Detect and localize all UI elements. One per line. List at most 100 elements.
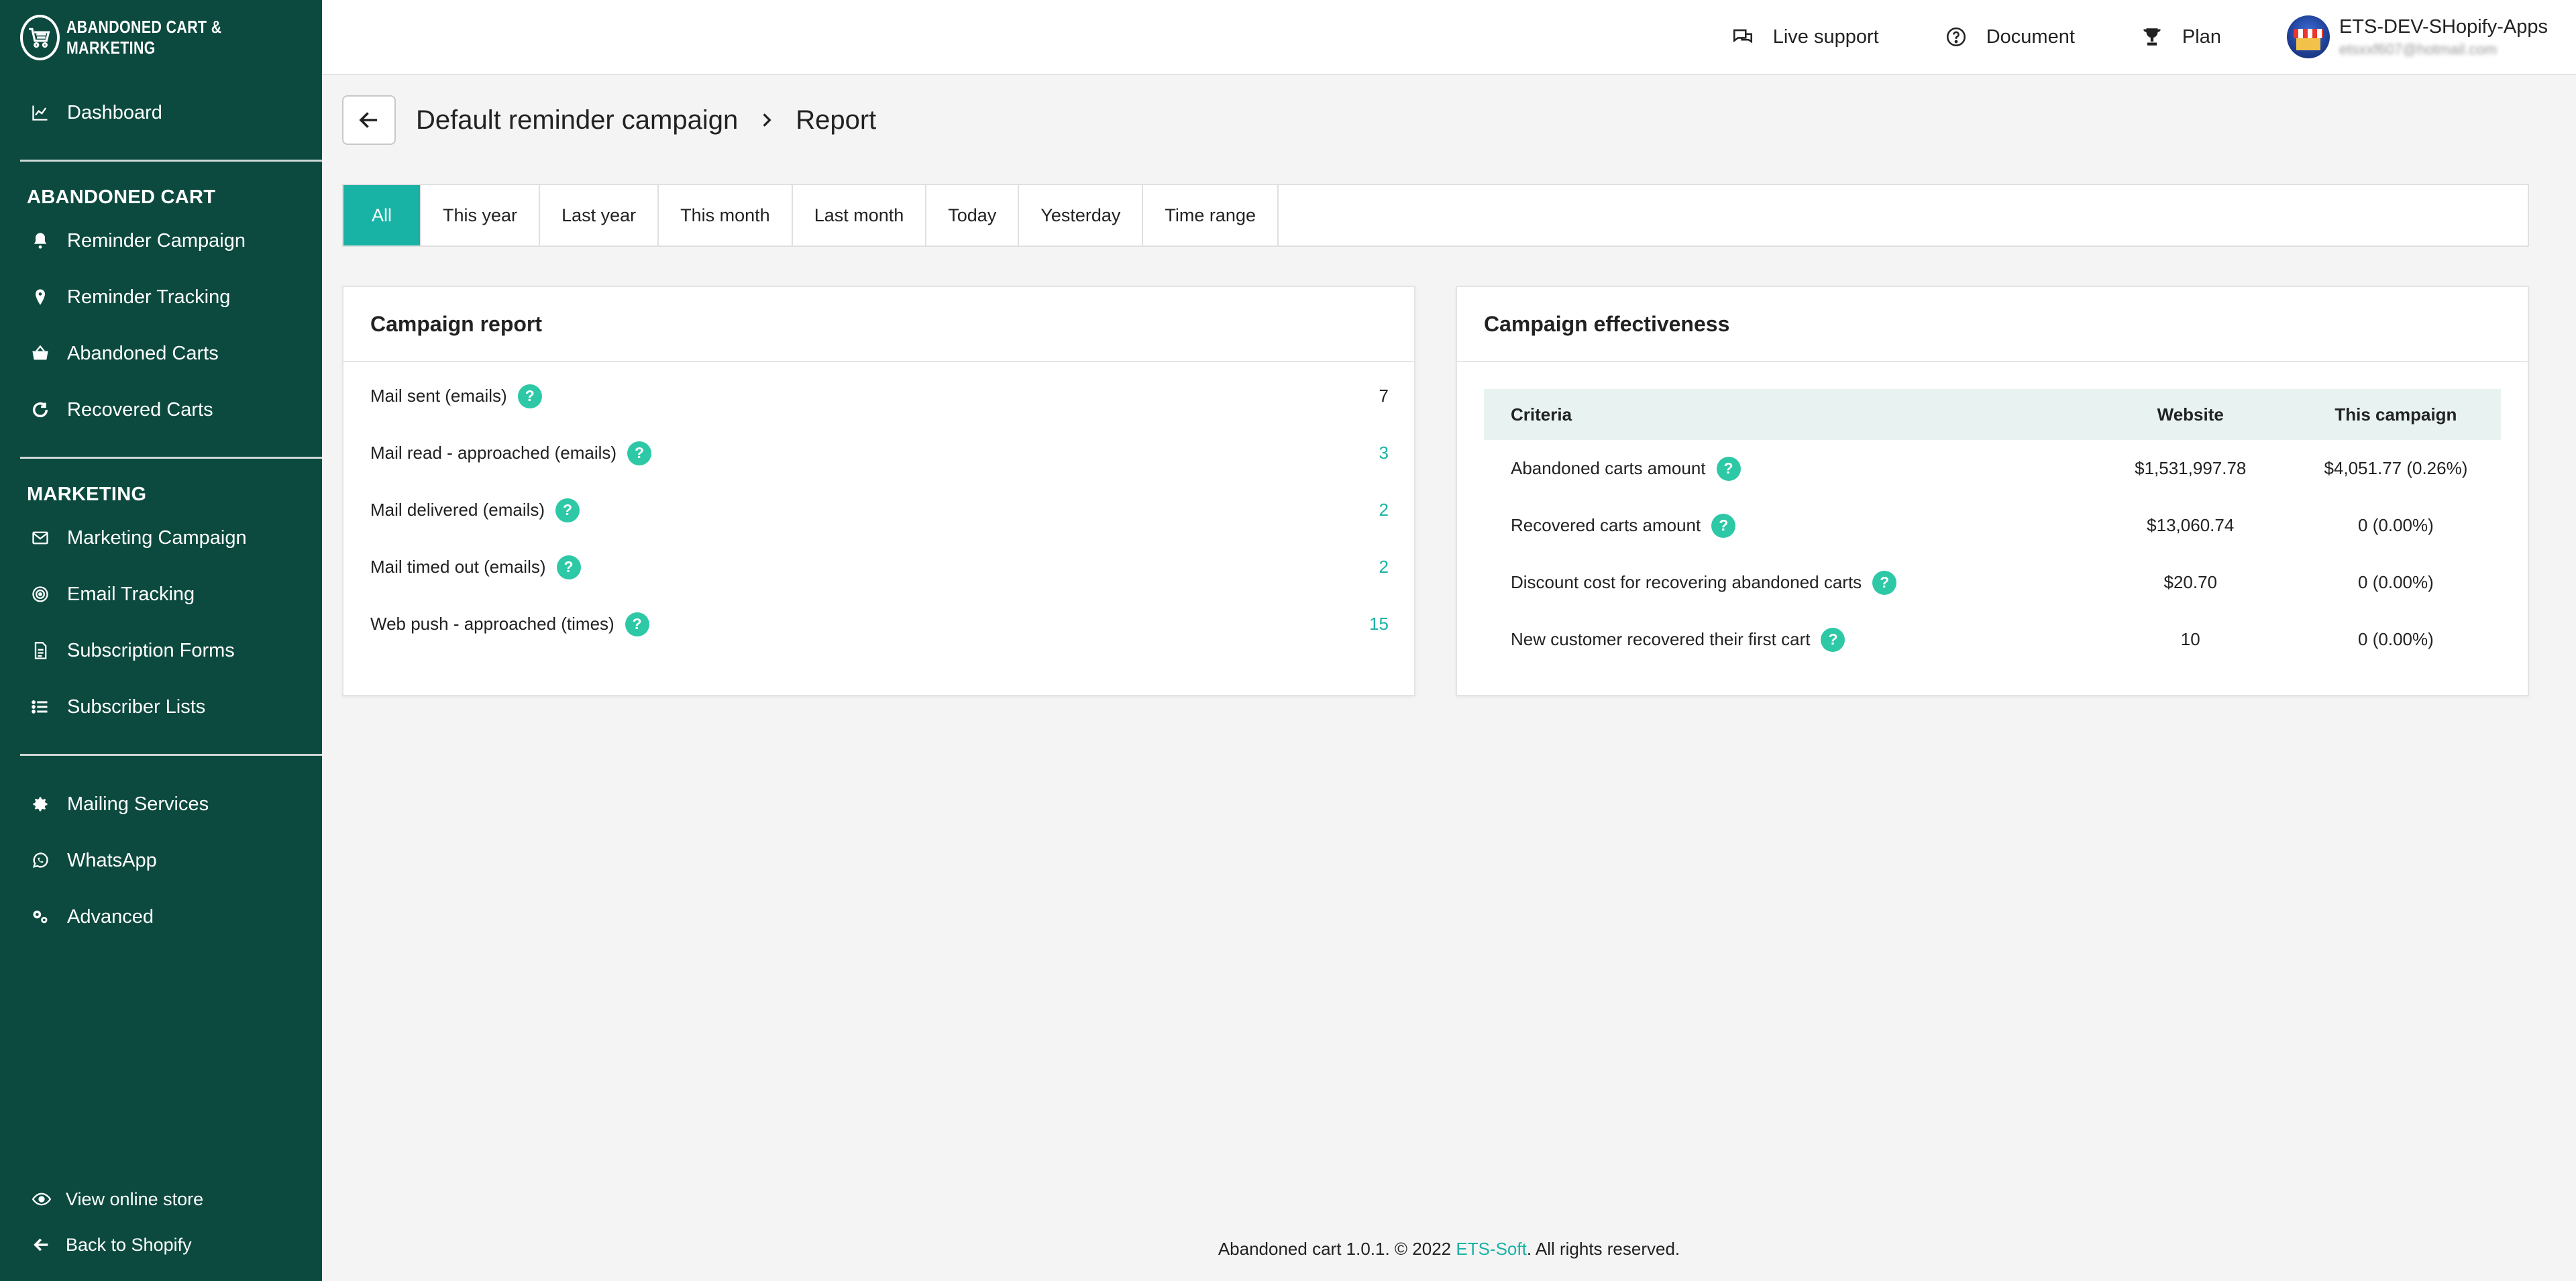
report-row-label: Mail timed out (emails) (370, 557, 546, 577)
gear-icon (30, 793, 51, 815)
brand[interactable]: ABANDONED CART & MARKETING (0, 0, 322, 75)
filter-this-month[interactable]: This month (659, 185, 793, 245)
document-link[interactable]: Document (1945, 25, 2075, 48)
filter-this-year[interactable]: This year (421, 185, 541, 245)
back-button[interactable] (342, 95, 396, 145)
sidebar-item-subscription-forms[interactable]: Subscription Forms (0, 622, 322, 679)
bell-icon (30, 230, 51, 252)
filter-today[interactable]: Today (926, 185, 1020, 245)
document-icon (30, 640, 51, 661)
plan-label: Plan (2182, 25, 2221, 48)
help-icon[interactable]: ? (625, 612, 649, 636)
help-icon[interactable]: ? (627, 441, 652, 465)
website-value: 10 (2180, 629, 2200, 649)
sidebar-item-advanced[interactable]: Advanced (0, 889, 322, 945)
table-row: New customer recovered their first cart?… (1484, 611, 2501, 668)
campaign-value: 0 (0.00%) (2358, 629, 2434, 649)
breadcrumb-campaign[interactable]: Default reminder campaign (416, 105, 738, 135)
main-content: Default reminder campaign Report All Thi… (322, 75, 2576, 1281)
filter-last-year[interactable]: Last year (540, 185, 659, 245)
view-online-store-link[interactable]: View online store (0, 1176, 322, 1222)
target-icon (30, 583, 51, 605)
help-icon[interactable]: ? (1711, 513, 1736, 538)
campaign-effectiveness-card: Campaign effectiveness Criteria Website … (1456, 286, 2529, 696)
question-circle-icon (1946, 27, 1966, 47)
filter-yesterday[interactable]: Yesterday (1019, 185, 1144, 245)
campaign-effectiveness-title: Campaign effectiveness (1457, 287, 2528, 362)
sidebar-item-label: Abandoned Carts (67, 342, 219, 364)
help-icon[interactable]: ? (1872, 570, 1897, 595)
filter-last-month[interactable]: Last month (793, 185, 927, 245)
table-row: Discount cost for recovering abandoned c… (1484, 554, 2501, 611)
list-icon (30, 696, 51, 718)
report-row: Mail sent (emails)? 7 (343, 368, 1414, 425)
sidebar: ABANDONED CART & MARKETING Dashboard ABA… (0, 0, 322, 1281)
report-row-label: Mail delivered (emails) (370, 500, 545, 520)
table-row: Recovered carts amount? $13,060.74 0 (0.… (1484, 497, 2501, 554)
filter-time-range[interactable]: Time range (1143, 185, 1279, 245)
plan-link[interactable]: Plan (2141, 25, 2221, 48)
sidebar-item-dashboard[interactable]: Dashboard (0, 85, 322, 141)
report-row-value-link[interactable]: 3 (1379, 443, 1389, 463)
sidebar-item-label: Mailing Services (67, 793, 209, 815)
campaign-value: $4,051.77 (0.26%) (2324, 458, 2468, 478)
date-filter-tabs: All This year Last year This month Last … (342, 184, 2529, 247)
sidebar-item-label: Dashboard (67, 101, 162, 123)
sidebar-item-label: Subscription Forms (67, 639, 235, 661)
sidebar-item-mailing-services[interactable]: Mailing Services (0, 776, 322, 832)
campaign-value: 0 (0.00%) (2358, 515, 2434, 535)
sidebar-item-reminder-tracking[interactable]: Reminder Tracking (0, 269, 322, 325)
footer-suffix: . All rights reserved. (1526, 1239, 1680, 1259)
sidebar-item-label: WhatsApp (67, 849, 157, 871)
help-icon[interactable]: ? (556, 555, 581, 579)
back-to-shopify-link[interactable]: Back to Shopify (0, 1222, 322, 1268)
criteria-label: Discount cost for recovering abandoned c… (1511, 572, 1862, 592)
report-row-value-link[interactable]: 2 (1379, 557, 1389, 577)
map-pin-icon (30, 286, 51, 308)
sidebar-item-reminder-campaign[interactable]: Reminder Campaign (0, 213, 322, 269)
whatsapp-icon (30, 850, 51, 871)
filter-all[interactable]: All (343, 185, 422, 245)
account-name: ETS-DEV-SHopify-Apps (2339, 15, 2548, 38)
basket-icon (30, 343, 51, 364)
sidebar-item-label: Recovered Carts (67, 398, 213, 421)
sidebar-item-email-tracking[interactable]: Email Tracking (0, 566, 322, 622)
report-row-value-link[interactable]: 2 (1379, 500, 1389, 520)
help-icon[interactable]: ? (1716, 456, 1741, 481)
sidebar-item-whatsapp[interactable]: WhatsApp (0, 832, 322, 889)
report-row: Mail timed out (emails)? 2 (343, 539, 1414, 596)
envelope-icon (30, 527, 51, 549)
cogs-icon (30, 906, 51, 928)
campaign-report-title: Campaign report (343, 287, 1414, 362)
report-row-label: Mail sent (emails) (370, 386, 507, 406)
sidebar-item-label: Reminder Tracking (67, 286, 231, 308)
document-label: Document (1986, 25, 2075, 48)
report-row-label: Web push - approached (times) (370, 614, 614, 634)
sidebar-item-label: Email Tracking (67, 583, 195, 605)
help-icon[interactable]: ? (517, 384, 542, 408)
top-bar: Live support Document Plan ETS-DEV-SHopi… (322, 0, 2576, 75)
help-icon[interactable]: ? (1821, 627, 1845, 652)
section-marketing: MARKETING (27, 484, 147, 505)
chevron-right-icon (758, 111, 775, 129)
live-support-link[interactable]: Live support (1731, 25, 1879, 48)
account-menu[interactable]: ETS-DEV-SHopify-Apps etsxxf607@hotmail.c… (2286, 15, 2548, 58)
website-value: $13,060.74 (2147, 515, 2235, 535)
website-value: $20.70 (2163, 572, 2218, 592)
criteria-label: Recovered carts amount (1511, 515, 1701, 535)
chart-line-icon (30, 102, 51, 123)
sidebar-item-subscriber-lists[interactable]: Subscriber Lists (0, 679, 322, 735)
sidebar-item-recovered-carts[interactable]: Recovered Carts (0, 382, 322, 438)
column-website: Website (2157, 404, 2224, 425)
sidebar-item-label: Advanced (67, 905, 154, 928)
back-to-shopify-label: Back to Shopify (66, 1234, 192, 1255)
campaign-report-card: Campaign report Mail sent (emails)? 7 Ma… (342, 286, 1415, 696)
trophy-icon (2143, 28, 2161, 46)
sidebar-item-abandoned-carts[interactable]: Abandoned Carts (0, 325, 322, 382)
arrow-left-icon (31, 1234, 52, 1256)
ets-soft-link[interactable]: ETS-Soft (1456, 1239, 1526, 1259)
refresh-icon (30, 399, 51, 421)
help-icon[interactable]: ? (555, 498, 580, 522)
sidebar-item-marketing-campaign[interactable]: Marketing Campaign (0, 510, 322, 566)
report-row-value-link[interactable]: 15 (1369, 614, 1389, 634)
